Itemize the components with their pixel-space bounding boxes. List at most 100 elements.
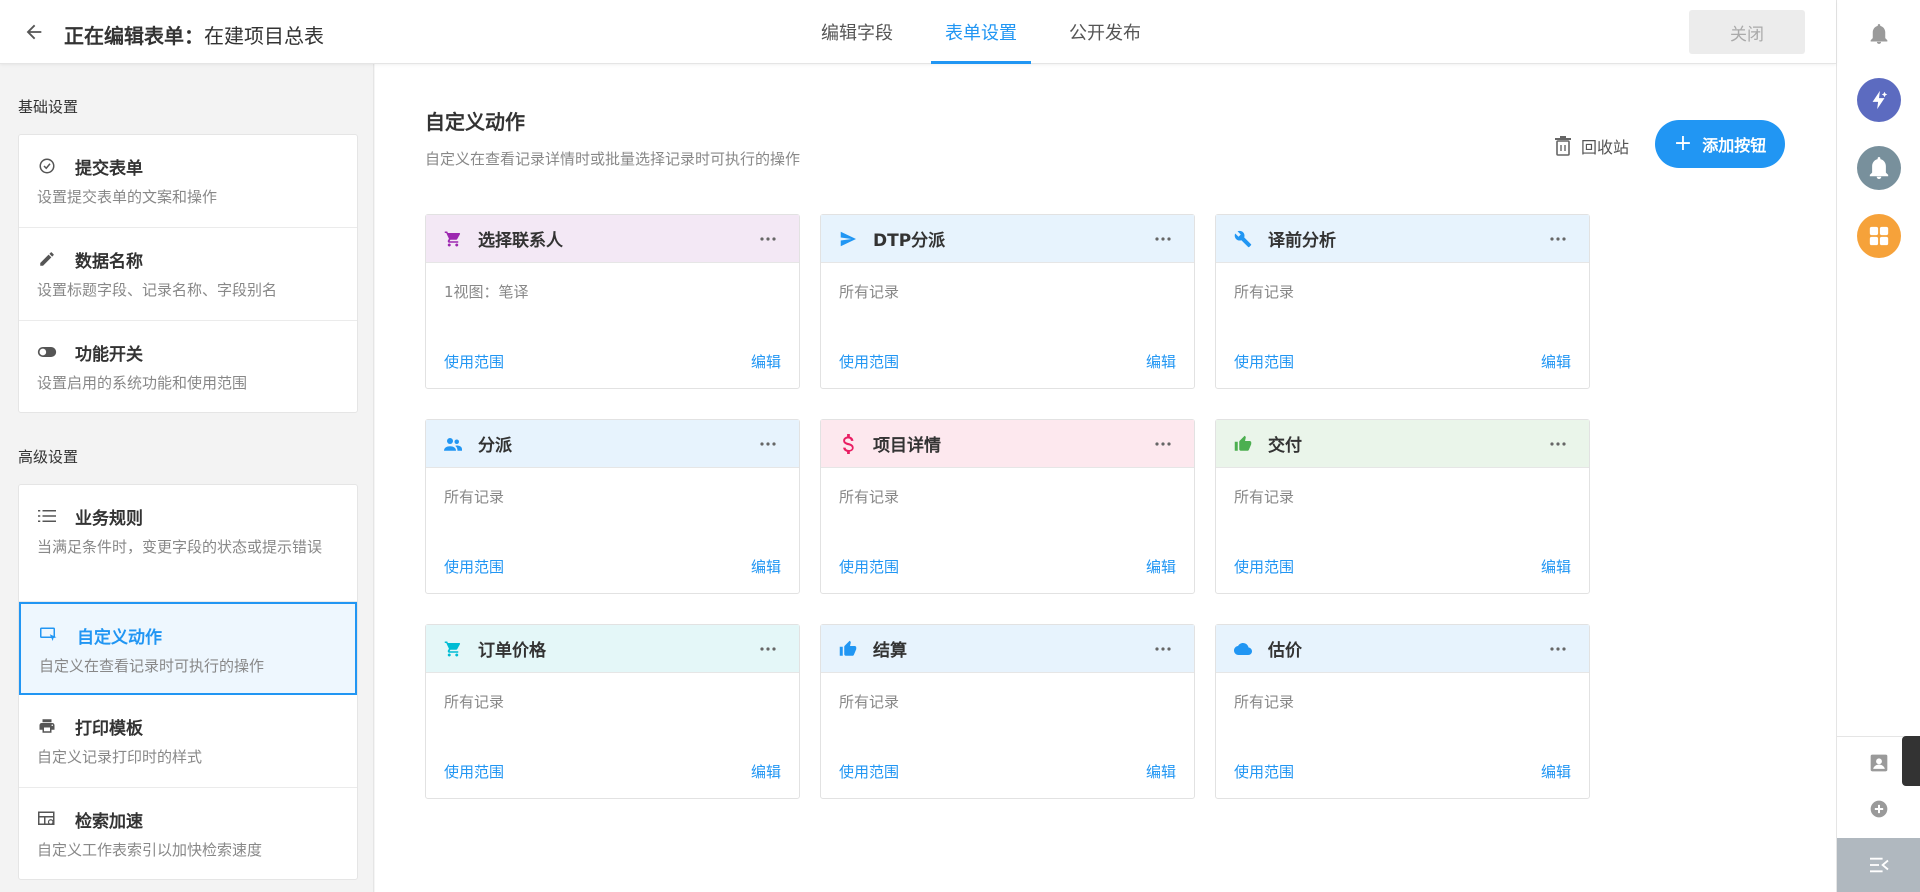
section-title: 自定义动作: [425, 110, 525, 134]
alert-bell-icon[interactable]: [1857, 146, 1901, 190]
action-card-header: 交付: [1216, 420, 1589, 468]
sidebar-item-desc: 设置标题字段、记录名称、字段别名: [37, 281, 278, 299]
usage-scope-link[interactable]: 使用范围: [839, 556, 899, 577]
sidebar-item-title: 打印模板: [75, 718, 143, 739]
add-button[interactable]: + 添加按钮: [1655, 120, 1785, 168]
wrench-icon: [1234, 230, 1252, 248]
notification-bell-icon[interactable]: [1857, 12, 1901, 56]
edit-link[interactable]: 编辑: [1541, 761, 1571, 782]
action-card-title: 交付: [1268, 436, 1302, 456]
action-card-scope: 所有记录: [1234, 693, 1295, 711]
back-arrow-icon[interactable]: [20, 18, 48, 46]
add-circle-icon[interactable]: [1868, 798, 1890, 820]
collapse-panel-icon[interactable]: [1837, 838, 1920, 892]
action-card: 订单价格 所有记录 使用范围 编辑: [425, 624, 800, 799]
sidebar-item-data-name[interactable]: 数据名称 设置标题字段、记录名称、字段别名: [19, 228, 357, 321]
toggle-icon: [37, 342, 57, 362]
edit-link[interactable]: 编辑: [1541, 351, 1571, 372]
usage-scope-link[interactable]: 使用范围: [444, 556, 504, 577]
usage-scope-link[interactable]: 使用范围: [444, 761, 504, 782]
action-card-footer: 使用范围 编辑: [444, 761, 781, 782]
plus-icon: +: [1673, 131, 1693, 156]
sidebar-item-feature-switch[interactable]: 功能开关 设置启用的系统功能和使用范围: [19, 321, 357, 412]
lightning-icon[interactable]: [1857, 78, 1901, 122]
action-card-header: 选择联系人: [426, 215, 799, 263]
action-card-scope: 所有记录: [1234, 283, 1295, 301]
apps-grid-icon[interactable]: [1857, 214, 1901, 258]
index-icon: [37, 809, 57, 829]
more-options-icon[interactable]: [1545, 434, 1571, 454]
more-options-icon[interactable]: [755, 229, 781, 249]
usage-scope-link[interactable]: 使用范围: [1234, 761, 1294, 782]
contact-card-icon[interactable]: [1868, 752, 1890, 774]
action-card: 估价 所有记录 使用范围 编辑: [1215, 624, 1590, 799]
sidebar-item-title: 检索加速: [75, 811, 143, 832]
action-card: DTP分派 所有记录 使用范围 编辑: [820, 214, 1195, 389]
section-description: 自定义在查看记录详情时或批量选择记录时可执行的操作: [425, 150, 801, 168]
edit-link[interactable]: 编辑: [751, 556, 781, 577]
action-card-footer: 使用范围 编辑: [444, 351, 781, 372]
cart-icon: [444, 230, 462, 248]
action-card-footer: 使用范围 编辑: [1234, 351, 1571, 372]
pencil-icon: [37, 249, 57, 269]
more-options-icon[interactable]: [755, 639, 781, 659]
more-options-icon[interactable]: [1150, 229, 1176, 249]
cloud-icon: [1234, 640, 1252, 658]
cart-icon: [444, 640, 462, 658]
action-card-grid: 选择联系人 1视图：笔译 使用范围 编辑 DTP分派 所有记录 使用范围 编辑 …: [425, 214, 1615, 799]
edit-link[interactable]: 编辑: [1146, 351, 1176, 372]
form-name: 在建项目总表: [204, 24, 324, 48]
close-button[interactable]: 关闭: [1689, 10, 1805, 54]
action-card-title: 估价: [1268, 641, 1302, 661]
action-card-footer: 使用范围 编辑: [839, 351, 1176, 372]
thumbs-up-icon: [1234, 435, 1252, 453]
sidebar-item-print-template[interactable]: 打印模板 自定义记录打印时的样式: [19, 695, 357, 788]
side-handle[interactable]: [1902, 736, 1920, 786]
sidebar-item-submit-form[interactable]: 提交表单 设置提交表单的文案和操作: [19, 135, 357, 228]
action-card-title: 选择联系人: [478, 231, 563, 251]
action-card-title: 分派: [478, 436, 512, 456]
action-card-scope: 所有记录: [1234, 488, 1295, 506]
sidebar-item-title: 功能开关: [75, 344, 143, 365]
action-card-scope: 所有记录: [444, 693, 505, 711]
tab-edit-fields[interactable]: 编辑字段: [807, 0, 907, 64]
basic-settings-menu: 提交表单 设置提交表单的文案和操作 数据名称 设置标题字段、记录名称、字段别名 …: [18, 134, 358, 413]
edit-link[interactable]: 编辑: [751, 351, 781, 372]
edit-link[interactable]: 编辑: [1146, 556, 1176, 577]
action-card-title: 订单价格: [478, 641, 546, 661]
action-card-title: 结算: [873, 641, 907, 661]
usage-scope-link[interactable]: 使用范围: [839, 351, 899, 372]
action-card-header: DTP分派: [821, 215, 1194, 263]
action-card-scope: 1视图：笔译: [444, 283, 529, 301]
action-card: 分派 所有记录 使用范围 编辑: [425, 419, 800, 594]
edit-link[interactable]: 编辑: [1146, 761, 1176, 782]
recycle-bin-label: 回收站: [1581, 138, 1630, 157]
more-options-icon[interactable]: [755, 434, 781, 454]
tab-form-settings[interactable]: 表单设置: [931, 0, 1031, 64]
edit-link[interactable]: 编辑: [751, 761, 781, 782]
usage-scope-link[interactable]: 使用范围: [1234, 556, 1294, 577]
more-options-icon[interactable]: [1150, 639, 1176, 659]
more-options-icon[interactable]: [1150, 434, 1176, 454]
action-card-header: 结算: [821, 625, 1194, 673]
sidebar-item-search-acceleration[interactable]: 检索加速 自定义工作表索引以加快检索速度: [19, 788, 357, 879]
more-options-icon[interactable]: [1545, 229, 1571, 249]
sidebar-item-title: 业务规则: [75, 508, 143, 529]
action-card-title: 项目详情: [873, 436, 941, 456]
page-title: 正在编辑表单：在建项目总表: [64, 20, 324, 49]
sidebar-item-desc: 自定义在查看记录时可执行的操作: [39, 657, 265, 675]
send-icon: [839, 230, 857, 248]
sidebar-item-business-rules[interactable]: 业务规则 当满足条件时，变更字段的状态或提示错误: [19, 485, 357, 602]
action-card-header: 分派: [426, 420, 799, 468]
usage-scope-link[interactable]: 使用范围: [839, 761, 899, 782]
recycle-bin-button[interactable]: 回收站: [1555, 134, 1629, 158]
usage-scope-link[interactable]: 使用范围: [1234, 351, 1294, 372]
action-card: 选择联系人 1视图：笔译 使用范围 编辑: [425, 214, 800, 389]
sidebar-item-desc: 设置启用的系统功能和使用范围: [37, 374, 248, 392]
action-card-title: 译前分析: [1268, 231, 1336, 251]
edit-link[interactable]: 编辑: [1541, 556, 1571, 577]
sidebar-item-custom-actions[interactable]: 自定义动作 自定义在查看记录时可执行的操作: [19, 602, 357, 695]
usage-scope-link[interactable]: 使用范围: [444, 351, 504, 372]
more-options-icon[interactable]: [1545, 639, 1571, 659]
tab-publish[interactable]: 公开发布: [1055, 0, 1155, 64]
